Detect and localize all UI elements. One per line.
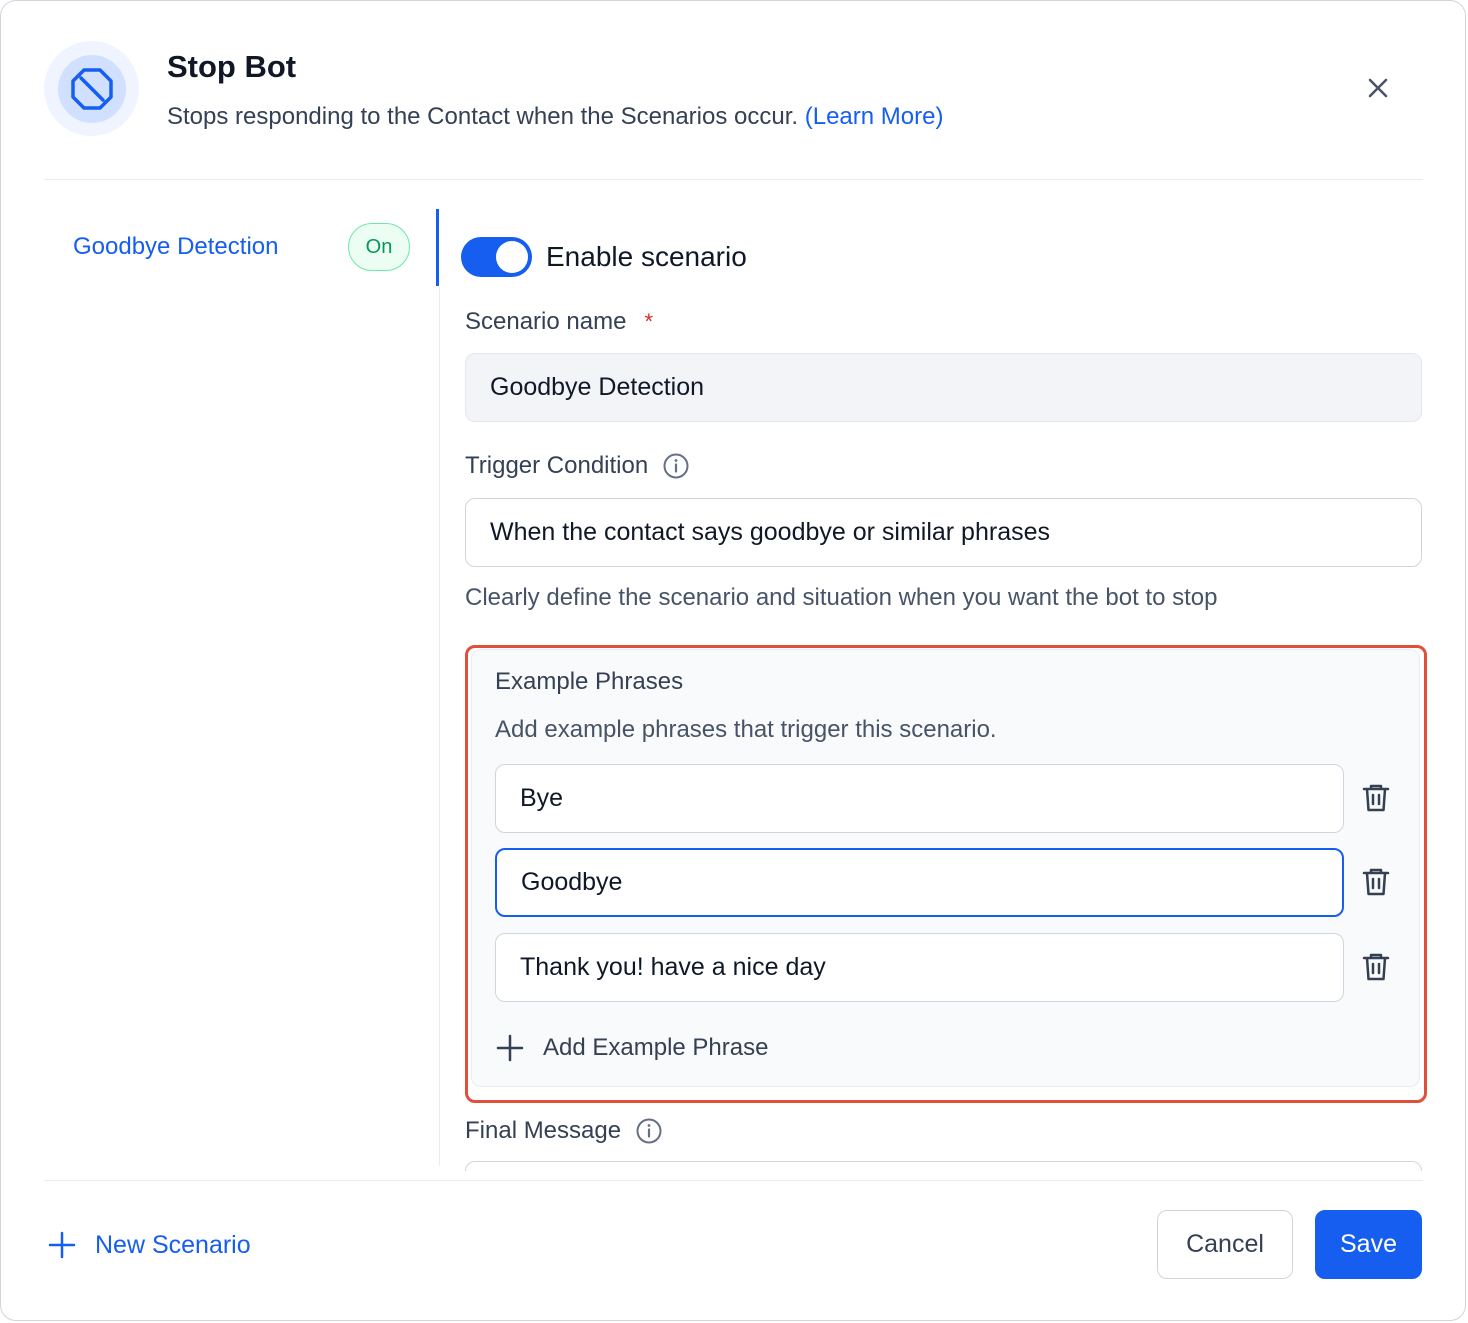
trash-icon	[1362, 868, 1390, 896]
enable-scenario-label: Enable scenario	[546, 241, 747, 272]
example-phrase-input[interactable]	[495, 933, 1344, 1002]
example-phrases-title: Example Phrases	[495, 668, 684, 695]
scenario-name-label: Scenario name *	[465, 308, 653, 336]
new-scenario-button[interactable]: New Scenario	[47, 1225, 251, 1265]
modal-subtitle: Stops responding to the Contact when the…	[167, 103, 943, 131]
stop-bot-modal: Stop Bot Stops responding to the Contact…	[0, 0, 1466, 1321]
trigger-condition-input[interactable]	[465, 498, 1422, 567]
final-message-label: Final Message	[465, 1117, 663, 1145]
header-divider	[44, 179, 1423, 180]
final-message-input[interactable]	[465, 1161, 1422, 1171]
final-message-label-text: Final Message	[465, 1117, 622, 1144]
trigger-condition-label-text: Trigger Condition	[465, 452, 649, 479]
scenario-name-input[interactable]	[465, 353, 1422, 422]
delete-phrase-button[interactable]	[1356, 778, 1396, 818]
stop-bot-icon-badge	[44, 41, 139, 136]
cancel-button[interactable]: Cancel	[1157, 1210, 1293, 1279]
example-phrase-input[interactable]	[495, 848, 1344, 917]
info-icon[interactable]	[662, 452, 690, 480]
example-phrase-input[interactable]	[495, 764, 1344, 833]
plus-icon	[496, 1034, 524, 1062]
trigger-helper-text: Clearly define the scenario and situatio…	[465, 584, 1218, 611]
required-marker: *	[644, 309, 653, 334]
info-icon[interactable]	[635, 1117, 663, 1145]
status-badge: On	[348, 223, 410, 271]
sidebar-item-label: Goodbye Detection	[73, 233, 279, 260]
add-example-phrase-button[interactable]: Add Example Phrase	[495, 1028, 768, 1068]
scenario-name-label-text: Scenario name	[465, 308, 627, 335]
example-phrases-subtitle: Add example phrases that trigger this sc…	[495, 716, 997, 743]
trash-icon	[1362, 953, 1390, 981]
delete-phrase-button[interactable]	[1356, 947, 1396, 987]
plus-icon	[48, 1231, 76, 1259]
enable-scenario-toggle[interactable]	[461, 237, 532, 277]
delete-phrase-button[interactable]	[1356, 862, 1396, 902]
modal-title: Stop Bot	[167, 49, 297, 84]
new-scenario-label: New Scenario	[95, 1230, 251, 1259]
trigger-condition-label: Trigger Condition	[465, 452, 690, 480]
save-button[interactable]: Save	[1315, 1210, 1422, 1279]
learn-more-link[interactable]: (Learn More)	[805, 103, 944, 130]
footer-divider	[44, 1180, 1423, 1181]
sidebar-active-indicator	[436, 209, 439, 286]
close-button[interactable]	[1357, 67, 1399, 109]
sidebar-item-goodbye-detection[interactable]: Goodbye Detection On	[45, 209, 440, 286]
close-icon	[1368, 78, 1388, 98]
toggle-knob	[496, 241, 528, 273]
trash-icon	[1362, 784, 1390, 812]
modal-subtitle-text: Stops responding to the Contact when the…	[167, 103, 799, 130]
stop-sign-icon	[70, 67, 113, 110]
add-example-phrase-label: Add Example Phrase	[543, 1034, 769, 1061]
column-divider	[439, 286, 440, 1166]
